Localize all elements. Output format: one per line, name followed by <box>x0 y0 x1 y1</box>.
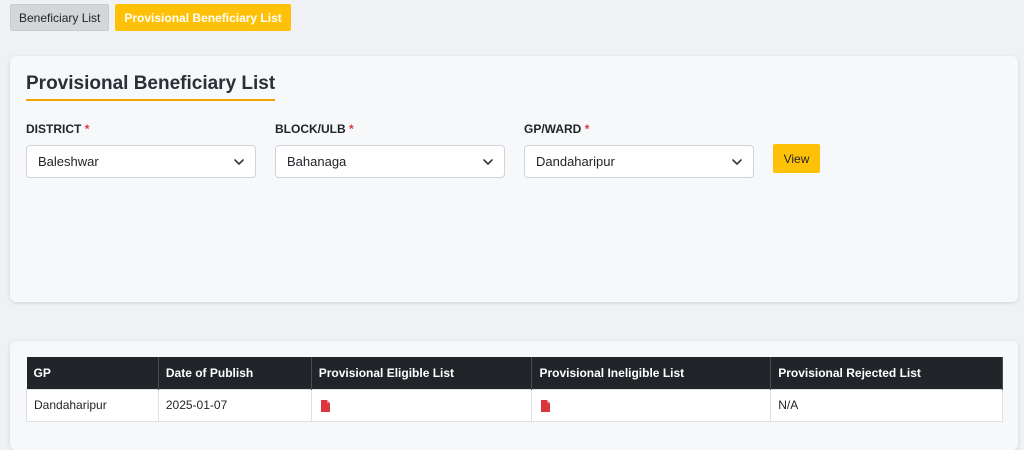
chevron-down-icon <box>732 158 742 165</box>
table-row: Dandaharipur 2025-01-07 N/A <box>26 388 1003 422</box>
gp-label: GP/WARD * <box>524 122 590 136</box>
tab-provisional-beneficiary-list[interactable]: Provisional Beneficiary List <box>115 4 291 31</box>
block-value: Bahanaga <box>287 154 347 169</box>
cell-ineligible <box>531 388 772 422</box>
block-label: BLOCK/ULB * <box>275 122 354 136</box>
column-header-eligible: Provisional Eligible List <box>311 357 533 389</box>
gp-field: GP/WARD * Dandaharipur <box>524 122 754 178</box>
provisional-list-table: GP Date of Publish Provisional Eligible … <box>26 357 1003 422</box>
pdf-icon[interactable] <box>319 399 331 412</box>
gp-value: Dandaharipur <box>536 154 615 169</box>
cell-date: 2025-01-07 <box>157 388 312 422</box>
district-select[interactable]: Baleshwar <box>26 145 256 178</box>
page-title: Provisional Beneficiary List <box>26 73 276 101</box>
table-header-row: GP Date of Publish Provisional Eligible … <box>26 357 1003 389</box>
column-header-ineligible: Provisional Ineligible List <box>531 357 772 389</box>
district-label: DISTRICT * <box>26 122 90 136</box>
filter-card: Provisional Beneficiary List DISTRICT * … <box>10 56 1018 302</box>
district-field: DISTRICT * Baleshwar <box>26 122 256 178</box>
block-field: BLOCK/ULB * Bahanaga <box>275 122 505 178</box>
gp-select[interactable]: Dandaharipur <box>524 145 754 178</box>
cell-gp: Dandaharipur <box>26 388 159 422</box>
chevron-down-icon <box>483 158 493 165</box>
tab-beneficiary-list[interactable]: Beneficiary List <box>10 4 110 31</box>
district-value: Baleshwar <box>38 154 99 169</box>
column-header-rejected: Provisional Rejected List <box>770 357 1003 389</box>
tab-bar: Beneficiary List Provisional Beneficiary… <box>10 4 291 31</box>
pdf-icon[interactable] <box>539 399 551 412</box>
block-select[interactable]: Bahanaga <box>275 145 505 178</box>
view-button[interactable]: View <box>773 144 820 173</box>
column-header-gp: GP <box>26 357 159 389</box>
column-header-date: Date of Publish <box>158 357 312 389</box>
chevron-down-icon <box>234 158 244 165</box>
cell-rejected: N/A <box>770 388 1003 422</box>
results-card: GP Date of Publish Provisional Eligible … <box>10 341 1018 450</box>
cell-eligible <box>310 388 533 422</box>
